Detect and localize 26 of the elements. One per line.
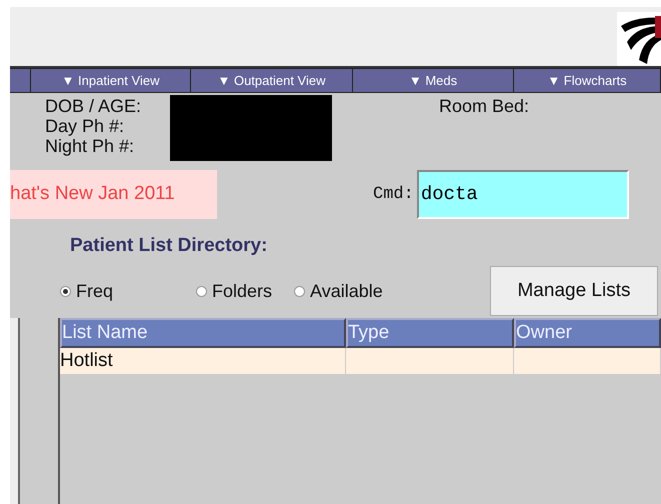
column-header[interactable]: List Name	[60, 318, 346, 348]
nav-tab[interactable]: ▼ Meds	[353, 69, 513, 92]
field-label: Night Ph #:	[45, 136, 136, 156]
command-field[interactable]: docta	[416, 170, 629, 218]
table-cell: Hotlist	[60, 348, 346, 374]
radio-option[interactable]: Folders	[196, 280, 272, 302]
section-heading: Patient List Directory:	[70, 235, 268, 258]
column-header[interactable]: Type	[346, 318, 514, 348]
manage-lists-button[interactable]: Manage Lists	[490, 266, 658, 316]
radio-option[interactable]: Available	[294, 280, 383, 302]
nav-tab-stub	[10, 69, 30, 92]
radio-button[interactable]	[196, 286, 208, 296]
nav-tab[interactable]: ▼ Flowcharts	[514, 69, 660, 92]
radio-button[interactable]	[60, 286, 71, 296]
field-label: Room Bed:	[439, 96, 530, 118]
table-row[interactable]: Hotlist	[60, 348, 661, 374]
nav-tab[interactable]: ▼ Inpatient View	[31, 69, 190, 92]
field-label: DOB / AGE:	[45, 96, 142, 116]
column-header[interactable]: Owner	[514, 318, 661, 348]
field-label: Cmd:	[373, 184, 414, 204]
nav-tab[interactable]: ▼ Outpatient View	[191, 69, 352, 92]
field-label: Day Ph #:	[45, 116, 126, 136]
logo-icon	[617, 12, 661, 66]
news-banner[interactable]: hat's New Jan 2011	[10, 170, 217, 218]
radio-option[interactable]: Freq	[60, 280, 114, 302]
radio-button[interactable]	[294, 286, 306, 296]
